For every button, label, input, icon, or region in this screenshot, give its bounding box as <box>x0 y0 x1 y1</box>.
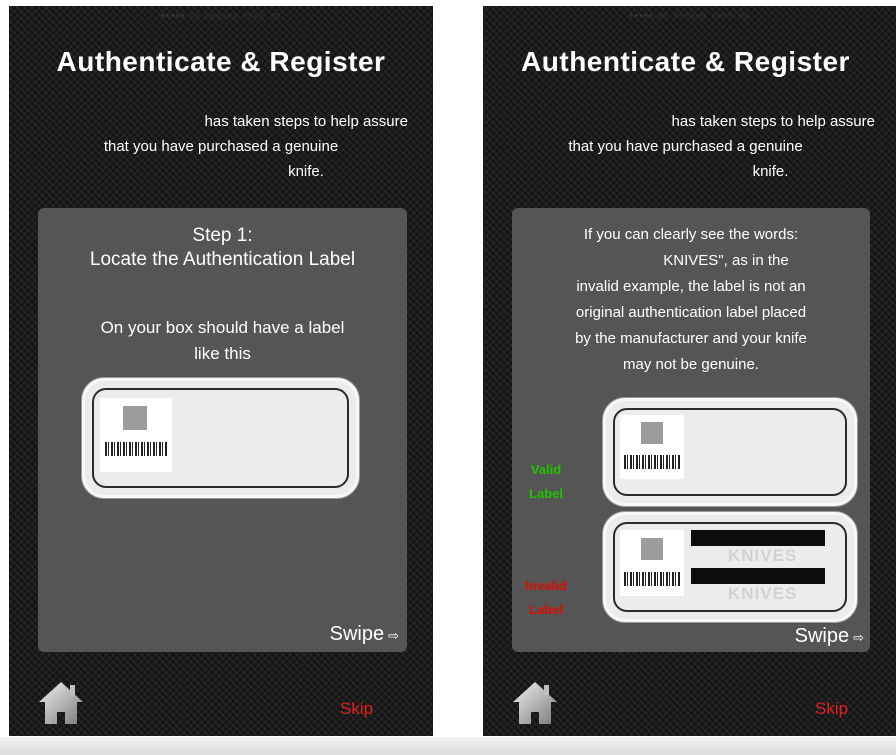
warning-text: If you can clearly see the words: KNIVES… <box>536 222 846 378</box>
intro-line-1: has taken steps to help assure <box>204 113 408 130</box>
warning-line-1: If you can clearly see the words: <box>583 226 799 243</box>
warning-line-5: by the manufacturer and your knife <box>575 330 807 347</box>
intro-line-2: that you have purchased a genuine <box>568 138 803 155</box>
qr-code-icon <box>641 422 663 444</box>
bottom-strip <box>0 737 896 755</box>
intro-text: has taken steps to help assure that you … <box>531 109 880 184</box>
swipe-label: Swipe <box>794 625 850 647</box>
phone-screen-step-2: ••••• ▭ ▭▭▭ ▭▭ ▭ Authenticate & Register… <box>483 6 896 736</box>
redaction-bar-2 <box>691 568 825 584</box>
status-bar: ••••• ▭ ▭▭▭ ▭▭ ▭ <box>629 10 750 22</box>
knives-text-1: KNIVES <box>728 546 798 565</box>
knives-text-2: KNIVES <box>728 584 798 603</box>
intro-line-3: knife. <box>288 163 324 180</box>
skip-button[interactable]: Skip <box>340 699 373 719</box>
swipe-arrow-icon: ⇨ <box>853 630 864 645</box>
barcode-icon <box>624 455 680 469</box>
invalid-label-caption: Invalid Label <box>520 574 572 622</box>
qr-code-icon <box>641 538 663 560</box>
valid-label-caption: Valid Label <box>524 458 568 506</box>
redaction-bar-1 <box>691 530 825 546</box>
invalid-label-border: KNIVES KNIVES <box>613 522 847 612</box>
phone-screen-step-1: ••••• ▭ ▭▭▭ ▭▭ ▭ Authenticate & Register… <box>9 6 433 736</box>
swipe-hint[interactable]: Swipe ⇨ <box>330 623 399 646</box>
qr-code-icon <box>123 406 147 430</box>
skip-button[interactable]: Skip <box>815 699 848 719</box>
barcode-icon <box>105 442 167 456</box>
step-description-line-2: like this <box>194 344 251 363</box>
warning-line-3: invalid example, the label is not an <box>576 278 806 295</box>
home-icon[interactable] <box>511 680 559 726</box>
valid-label-border <box>613 408 847 496</box>
page-title: Authenticate & Register <box>56 46 386 77</box>
step-description-line-1: On your box should have a label <box>100 318 345 337</box>
label-word: Label <box>529 602 563 617</box>
valid-label-image <box>603 398 857 506</box>
sample-label-image <box>82 378 359 498</box>
intro-text: has taken steps to help assure that you … <box>69 109 413 184</box>
swipe-label: Swipe <box>329 623 385 645</box>
intro-line-1: has taken steps to help assure <box>671 113 875 130</box>
intro-line-3: knife. <box>752 163 789 180</box>
step-heading: Step 1: Locate the Authentication Label <box>38 224 407 272</box>
warning-line-6: may not be genuine. <box>623 356 759 373</box>
sample-label-border <box>92 388 349 488</box>
status-bar: ••••• ▭ ▭▭▭ ▭▭ ▭ <box>160 10 282 22</box>
warning-line-4: original authentication label placed <box>575 304 807 321</box>
valid-word: Valid <box>530 462 562 477</box>
barcode-icon <box>624 572 680 586</box>
label-word: Label <box>529 486 563 501</box>
page-title: Authenticate & Register <box>521 46 850 77</box>
warning-line-2: KNIVES", as in the <box>663 252 789 269</box>
label-code-block <box>100 398 172 472</box>
label-code-block <box>620 530 684 596</box>
swipe-hint[interactable]: Swipe ⇨ <box>795 625 864 648</box>
step-number: Step 1: <box>192 225 253 246</box>
swipe-arrow-icon: ⇨ <box>388 628 399 643</box>
step-subtitle: Locate the Authentication Label <box>89 249 356 270</box>
invalid-word: Invalid <box>525 578 567 593</box>
home-icon[interactable] <box>37 680 85 726</box>
instruction-card[interactable]: Step 1: Locate the Authentication Label … <box>38 208 407 652</box>
intro-line-2: that you have purchased a genuine <box>103 138 339 155</box>
step-description: On your box should have a label like thi… <box>68 315 377 367</box>
warning-card[interactable]: If you can clearly see the words: KNIVES… <box>512 208 870 652</box>
label-code-block <box>620 415 684 479</box>
invalid-label-image: KNIVES KNIVES <box>603 512 857 622</box>
